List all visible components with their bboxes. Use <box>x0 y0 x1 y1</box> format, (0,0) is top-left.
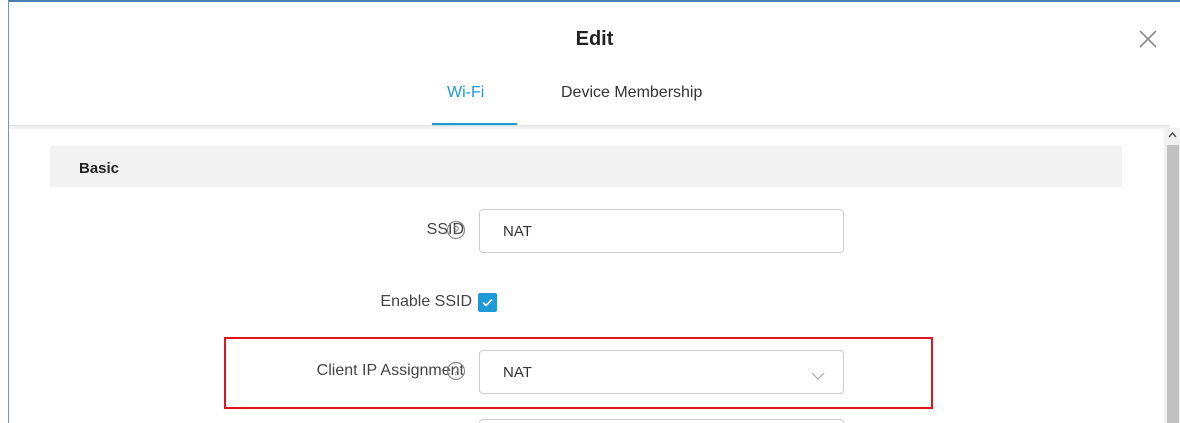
enable-ssid-row: Enable SSID <box>9 281 1109 325</box>
tab-device-membership[interactable]: Device Membership <box>561 84 702 102</box>
highlight-box <box>224 337 933 409</box>
enable-ssid-label: Enable SSID <box>380 293 472 310</box>
checkmark-icon <box>482 298 493 307</box>
scroll-up-icon[interactable] <box>1164 128 1180 142</box>
scrollbar[interactable] <box>1164 128 1180 423</box>
close-icon[interactable] <box>1136 27 1160 51</box>
ssid-input[interactable]: NAT <box>479 209 844 253</box>
tab-bar: Wi-Fi Device Membership <box>9 84 1180 126</box>
tab-wifi[interactable]: Wi-Fi <box>447 84 484 102</box>
ssid-row: SSID ? NAT <box>9 209 1109 253</box>
enable-ssid-checkbox[interactable] <box>478 293 497 312</box>
next-field-input[interactable] <box>479 419 844 423</box>
dialog-title: Edit <box>575 28 614 50</box>
svg-text:?: ? <box>453 224 460 238</box>
section-title: Basic <box>79 160 120 177</box>
edit-dialog: Edit Wi-Fi Device Membership Basic SSID … <box>8 0 1180 423</box>
scrollbar-thumb[interactable] <box>1167 145 1179 423</box>
header-divider <box>9 125 1170 130</box>
section-header-basic: Basic <box>50 146 1122 187</box>
help-icon[interactable]: ? <box>446 220 466 240</box>
